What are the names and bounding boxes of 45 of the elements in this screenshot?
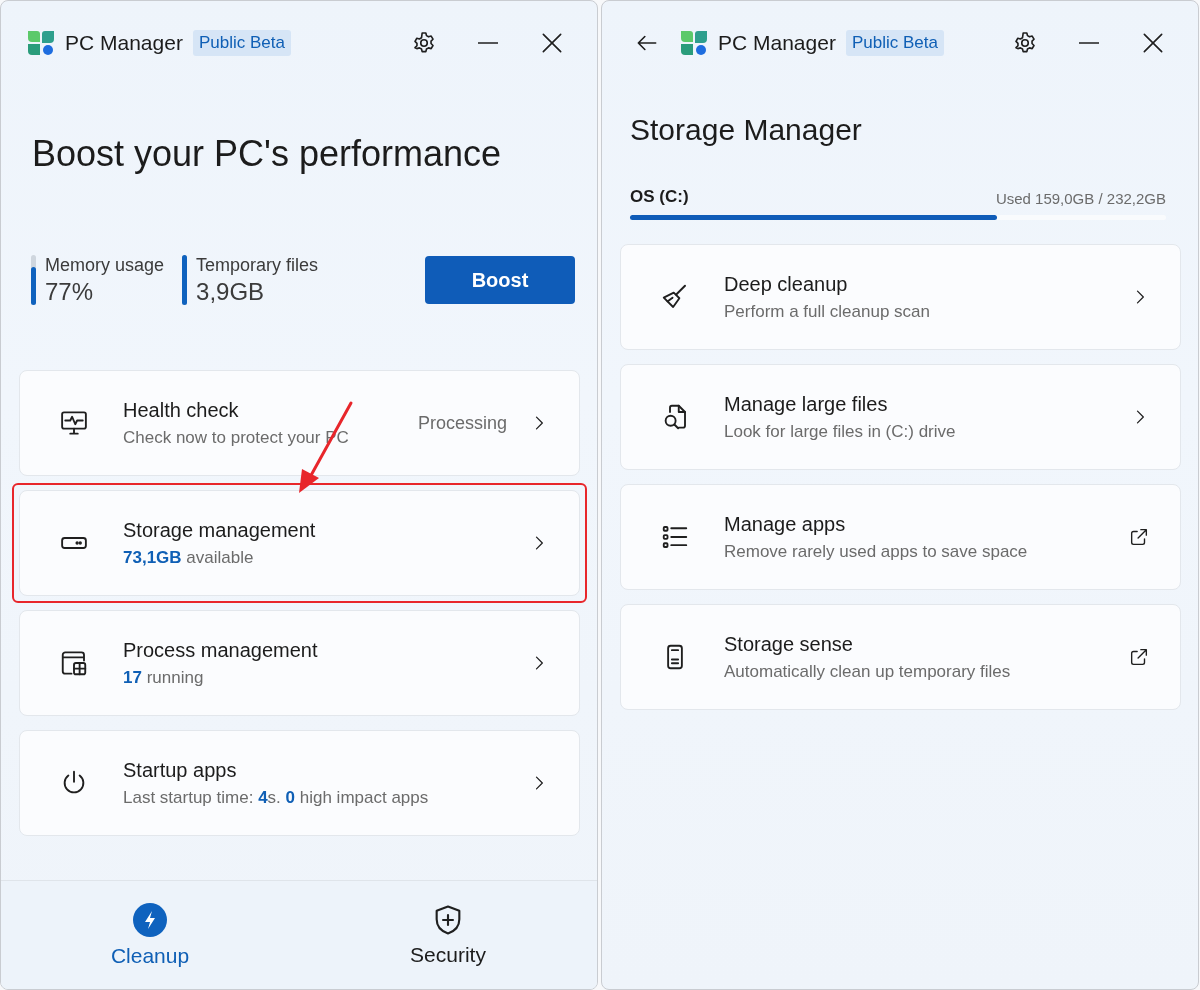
card-title: Startup apps (123, 758, 238, 782)
nav-tab[interactable]: Security (299, 881, 597, 989)
card-title: Deep cleanup (724, 272, 849, 296)
minimize-icon (477, 42, 499, 44)
bolt-icon (132, 902, 168, 938)
card-status: Processing (417, 412, 507, 434)
beta-badge: Public Beta (192, 30, 291, 56)
card-subtitle: Last startup time: 4s. 0 high impact apps (123, 787, 430, 808)
card-title: Storage sense (724, 632, 854, 656)
stat-label: Temporary files (196, 255, 319, 276)
external-link-icon (1128, 646, 1150, 668)
beta-badge: Public Beta (845, 30, 944, 56)
minimize-icon (1078, 42, 1100, 44)
card-title: Storage management (123, 518, 317, 542)
app-title: PC Manager (65, 31, 183, 55)
card-subtitle: Remove rarely used apps to save space (724, 541, 1029, 562)
card-title: Manage apps (724, 512, 847, 536)
boost-button[interactable]: Boost (425, 256, 575, 304)
storage-option-card[interactable]: Manage large files Look for large files in (C:) drive (620, 364, 1181, 470)
card-subtitle: Perform a full cleanup scan (724, 301, 931, 322)
monitor-pulse-icon (59, 408, 89, 438)
card-subtitle: 73,1GB available (123, 547, 255, 568)
card-title: Process management (123, 638, 319, 662)
drive-usage: Used 159,0GB / 232,2GB (995, 190, 1166, 207)
card-subtitle: Automatically clean up temporary files (724, 661, 1012, 682)
card-title: Manage large files (724, 392, 889, 416)
storage-option-card[interactable]: Manage apps Remove rarely used apps to save space (620, 484, 1181, 590)
external-link-icon (1128, 526, 1150, 548)
page-heading: Storage Manager (630, 113, 863, 147)
nav-tab[interactable]: Cleanup (1, 881, 299, 989)
card-title: Health check (123, 398, 240, 422)
stat-value: 3,9GB (196, 278, 266, 306)
stat-value: 77% (45, 278, 95, 306)
card-subtitle: 17 running (123, 667, 205, 688)
app-logo-icon (27, 29, 55, 57)
card-subtitle: Look for large files in (C:) drive (724, 421, 957, 442)
stat-label: Memory usage (45, 255, 165, 276)
headline: Boost your PC's performance (32, 133, 503, 175)
window-grid-icon (59, 648, 89, 678)
drive-name: OS (C:) (630, 187, 689, 207)
storage-option-card[interactable]: Deep cleanup Perform a full cleanup scan (620, 244, 1181, 350)
feature-card[interactable]: Storage management 73,1GB available (12, 483, 587, 603)
app-title: PC Manager (718, 31, 836, 55)
app-logo-icon (680, 29, 708, 57)
storage-option-card[interactable]: Storage sense Automatically clean up temporary files (620, 604, 1181, 710)
